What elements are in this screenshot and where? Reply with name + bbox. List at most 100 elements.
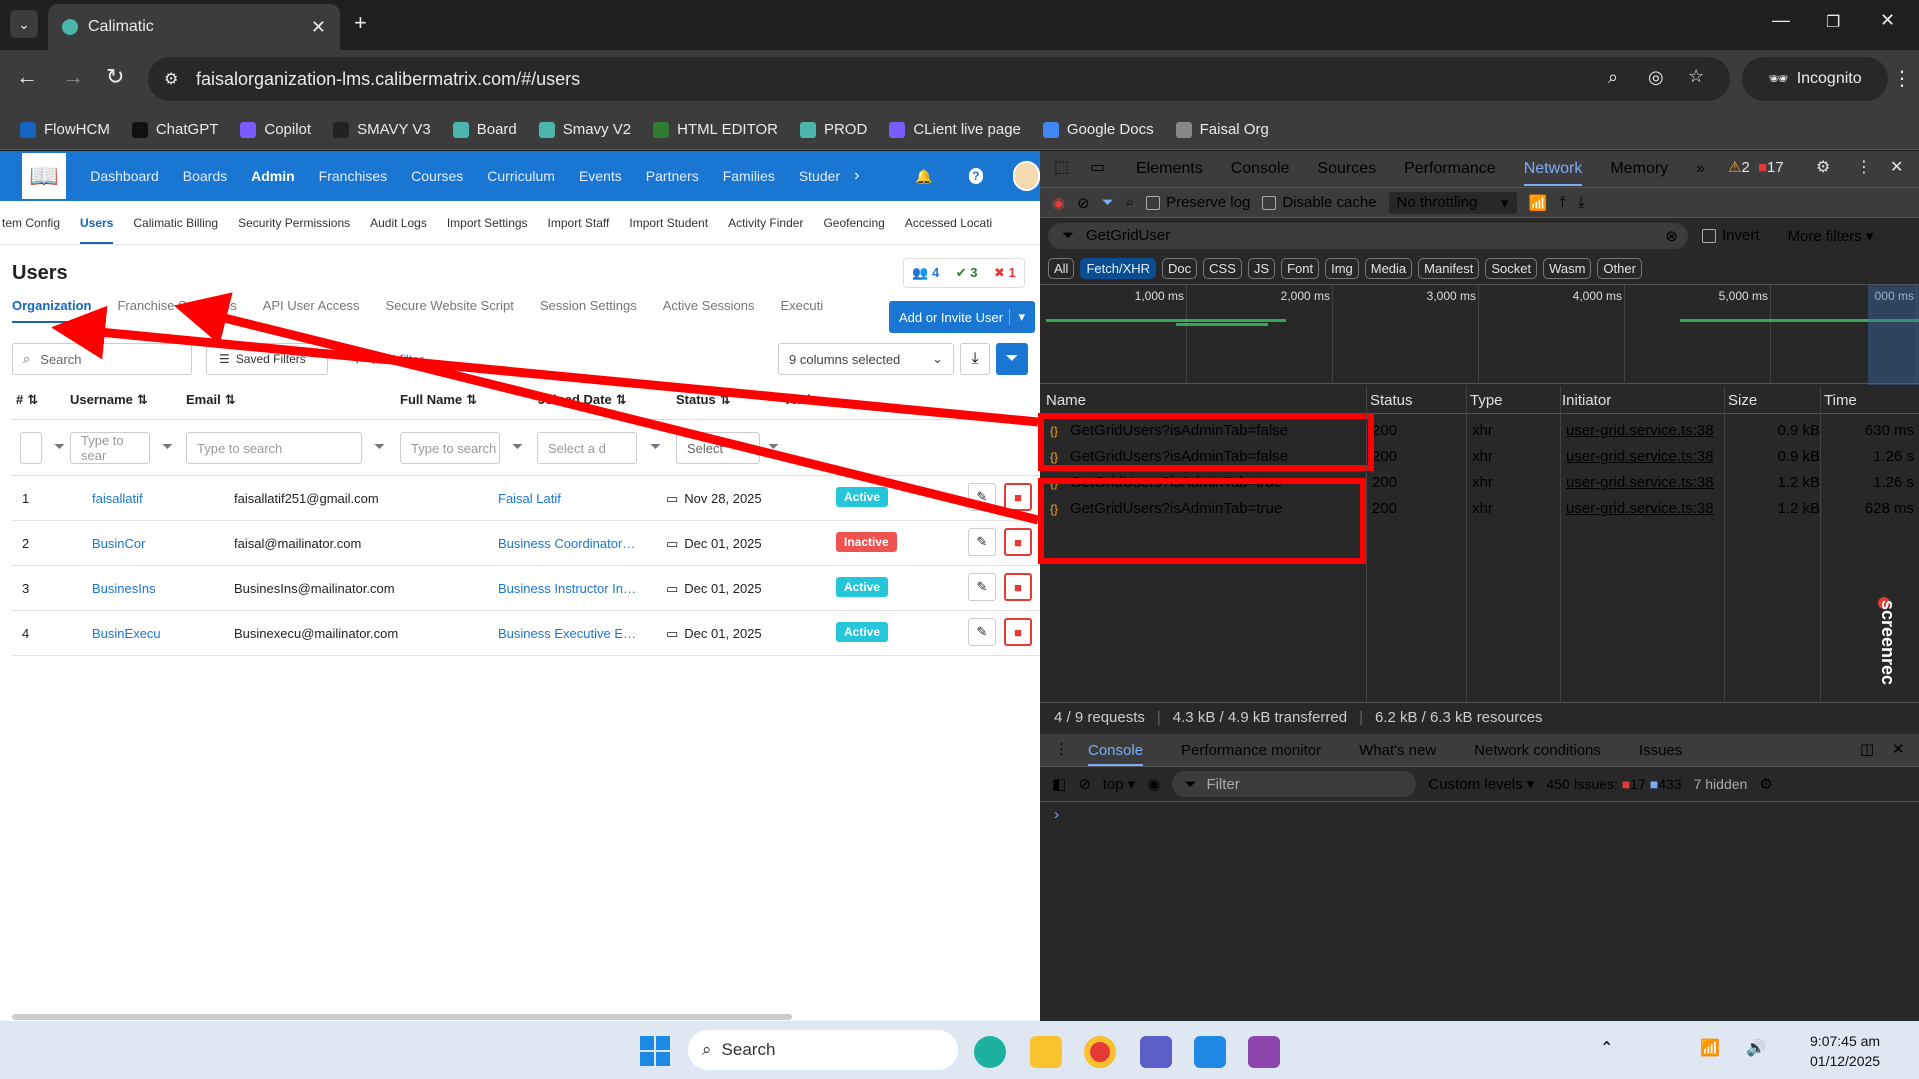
subnav-item[interactable]: Import Staff — [548, 216, 610, 230]
resource-type-button[interactable]: CSS — [1203, 257, 1242, 279]
network-column-header[interactable]: Name — [1046, 392, 1086, 409]
more-tabs-icon[interactable]: » — [1696, 160, 1705, 178]
network-column-header[interactable]: Status — [1370, 392, 1413, 409]
columns-select[interactable]: 9 columns selected ⌄ — [778, 343, 954, 375]
status-filter-select[interactable]: Select ⌄ — [676, 432, 760, 464]
devtools-tab[interactable]: Network — [1523, 160, 1583, 186]
bookmark-item[interactable]: Board — [452, 121, 517, 138]
users-tab[interactable]: API User Access — [263, 298, 360, 323]
column-header[interactable]: Status ⇅ — [676, 392, 731, 408]
request-initiator-link[interactable]: user-grid.service.ts:38 — [1566, 474, 1714, 491]
resource-type-button[interactable]: All — [1048, 257, 1075, 279]
preserve-log-checkbox[interactable]: Preserve log — [1146, 194, 1250, 211]
resource-type-button[interactable]: Socket — [1485, 257, 1538, 279]
nav-item[interactable]: Dashboard — [90, 168, 159, 184]
disable-cache-checkbox[interactable]: Disable cache — [1262, 194, 1377, 211]
users-tab[interactable]: Executi — [780, 298, 823, 323]
request-initiator-link[interactable]: user-grid.service.ts:38 — [1566, 448, 1714, 465]
nav-item[interactable]: Events — [579, 168, 622, 184]
nav-item[interactable]: Franchises — [319, 168, 387, 184]
edit-button[interactable]: ✎ — [968, 483, 996, 511]
column-header[interactable]: Full Name ⇅ — [400, 392, 477, 408]
restore-icon[interactable]: ❐ — [1826, 12, 1840, 32]
resource-type-button[interactable]: Img — [1325, 257, 1359, 279]
new-tab-icon[interactable]: + — [354, 10, 367, 36]
filter-toggle-button[interactable]: ⏷ — [996, 343, 1028, 375]
request-initiator-link[interactable]: user-grid.service.ts:38 — [1566, 422, 1714, 439]
subnav-item[interactable]: Audit Logs — [370, 216, 427, 230]
vscode-icon[interactable] — [1194, 1036, 1226, 1068]
add-filter-button[interactable]: + Add filter — [352, 343, 424, 375]
column-header[interactable]: # ⇅ — [16, 392, 38, 408]
dropdown-caret-icon[interactable]: ▾ — [1009, 309, 1025, 325]
delete-button[interactable]: ■ — [1004, 483, 1032, 511]
subnav-item[interactable]: Activity Finder — [728, 216, 803, 230]
subnav-item[interactable]: Geofencing — [823, 216, 884, 230]
delete-button[interactable]: ■ — [1004, 618, 1032, 646]
devtools-tab[interactable]: Console — [1231, 160, 1290, 178]
network-column-header[interactable]: Type — [1470, 392, 1503, 409]
select-all-checkbox[interactable] — [20, 432, 42, 464]
bookmark-item[interactable]: Copilot — [240, 121, 311, 138]
resource-type-button[interactable]: JS — [1247, 257, 1276, 279]
bookmark-item[interactable]: ChatGPT — [131, 121, 218, 138]
edge-icon[interactable] — [974, 1036, 1006, 1068]
clear-console-icon[interactable]: ⊘ — [1078, 775, 1091, 793]
users-tab[interactable]: Organization — [12, 298, 92, 323]
back-icon[interactable]: ← — [16, 64, 38, 90]
device-toggle-icon[interactable]: ▭ — [1090, 157, 1105, 177]
delete-button[interactable]: ■ — [1004, 528, 1032, 556]
nav-item[interactable]: Courses — [411, 168, 463, 184]
tab-list-chevron-icon[interactable]: ⌄ — [10, 10, 38, 38]
star-icon[interactable]: ☆ — [1688, 66, 1704, 87]
saved-filters-button[interactable]: ☰ Saved Filters — [206, 343, 328, 375]
nav-item[interactable]: Curriculum — [487, 168, 555, 184]
username-link[interactable]: faisallatif — [92, 491, 143, 506]
drawer-tab[interactable]: Network conditions — [1474, 742, 1601, 759]
resource-type-button[interactable]: Font — [1281, 257, 1320, 279]
teams-icon[interactable] — [1140, 1036, 1172, 1068]
resource-type-button[interactable]: Wasm — [1543, 257, 1592, 279]
devtools-tab[interactable]: Sources — [1317, 160, 1376, 178]
username-link[interactable]: BusinExecu — [92, 626, 161, 641]
drawer-menu-icon[interactable]: ⋮ — [1054, 740, 1069, 758]
issues-counter[interactable]: 450 Issues: ■17 ■433 — [1546, 776, 1681, 792]
search-icon[interactable]: ⌕ — [1126, 194, 1134, 211]
users-tab[interactable]: Active Sessions — [663, 298, 755, 323]
users-tab[interactable]: Secure Website Script — [386, 298, 514, 323]
throttling-select[interactable]: No throttling ▾ — [1388, 191, 1517, 214]
users-tab[interactable]: Session Settings — [540, 298, 637, 323]
filter-icon[interactable]: ⏷ — [162, 438, 173, 455]
edit-button[interactable]: ✎ — [968, 618, 996, 646]
menu-icon[interactable]: ⋮ — [1892, 66, 1912, 91]
sidebar-toggle-icon[interactable]: ◧ — [1052, 775, 1066, 793]
clear-filter-icon[interactable]: ⊗ — [1665, 227, 1678, 245]
incognito-badge[interactable]: 🕶 Incognito — [1742, 57, 1888, 101]
add-invite-user-button[interactable]: Add or Invite User ▾ — [889, 301, 1035, 333]
tray-chevron-icon[interactable]: ⌃ — [1600, 1038, 1613, 1058]
email-filter-input[interactable]: Type to search — [186, 432, 362, 464]
resource-type-button[interactable]: Media — [1364, 257, 1413, 279]
devtools-menu-icon[interactable]: ⋮ — [1856, 157, 1872, 177]
bookmark-item[interactable]: FlowHCM — [20, 121, 110, 138]
start-icon[interactable] — [640, 1036, 670, 1066]
username-filter-input[interactable]: Type to sear — [70, 432, 150, 464]
record-icon[interactable]: ◉ — [1052, 194, 1065, 212]
subnav-item[interactable]: Import Student — [629, 216, 708, 230]
delete-button[interactable]: ■ — [1004, 573, 1032, 601]
eye-icon[interactable]: ◉ — [1147, 775, 1160, 793]
browser-tab[interactable]: Calimatic ✕ — [48, 4, 340, 50]
filter-icon[interactable]: ⏷ — [54, 438, 65, 455]
devtools-settings-icon[interactable]: ⚙ — [1816, 157, 1830, 177]
fullname-filter-input[interactable]: Type to search — [400, 432, 500, 464]
username-link[interactable]: BusinCor — [92, 536, 145, 551]
taskbar-clock[interactable]: 9:07:45 am 01/12/2025 — [1810, 1031, 1880, 1071]
username-link[interactable]: BusinesIns — [92, 581, 156, 596]
nav-item[interactable]: Families — [723, 168, 775, 184]
date-filter-input[interactable]: Select a d — [537, 432, 637, 464]
resource-type-button[interactable]: Fetch/XHR — [1080, 257, 1157, 279]
network-request-row[interactable]: {} GetGridUsers?isAdminTab=true 200 xhr user… — [1040, 496, 1919, 522]
devtools-close-icon[interactable]: ✕ — [1890, 157, 1903, 177]
upload-icon[interactable]: ⤒ — [1559, 194, 1566, 211]
edit-button[interactable]: ✎ — [968, 528, 996, 556]
